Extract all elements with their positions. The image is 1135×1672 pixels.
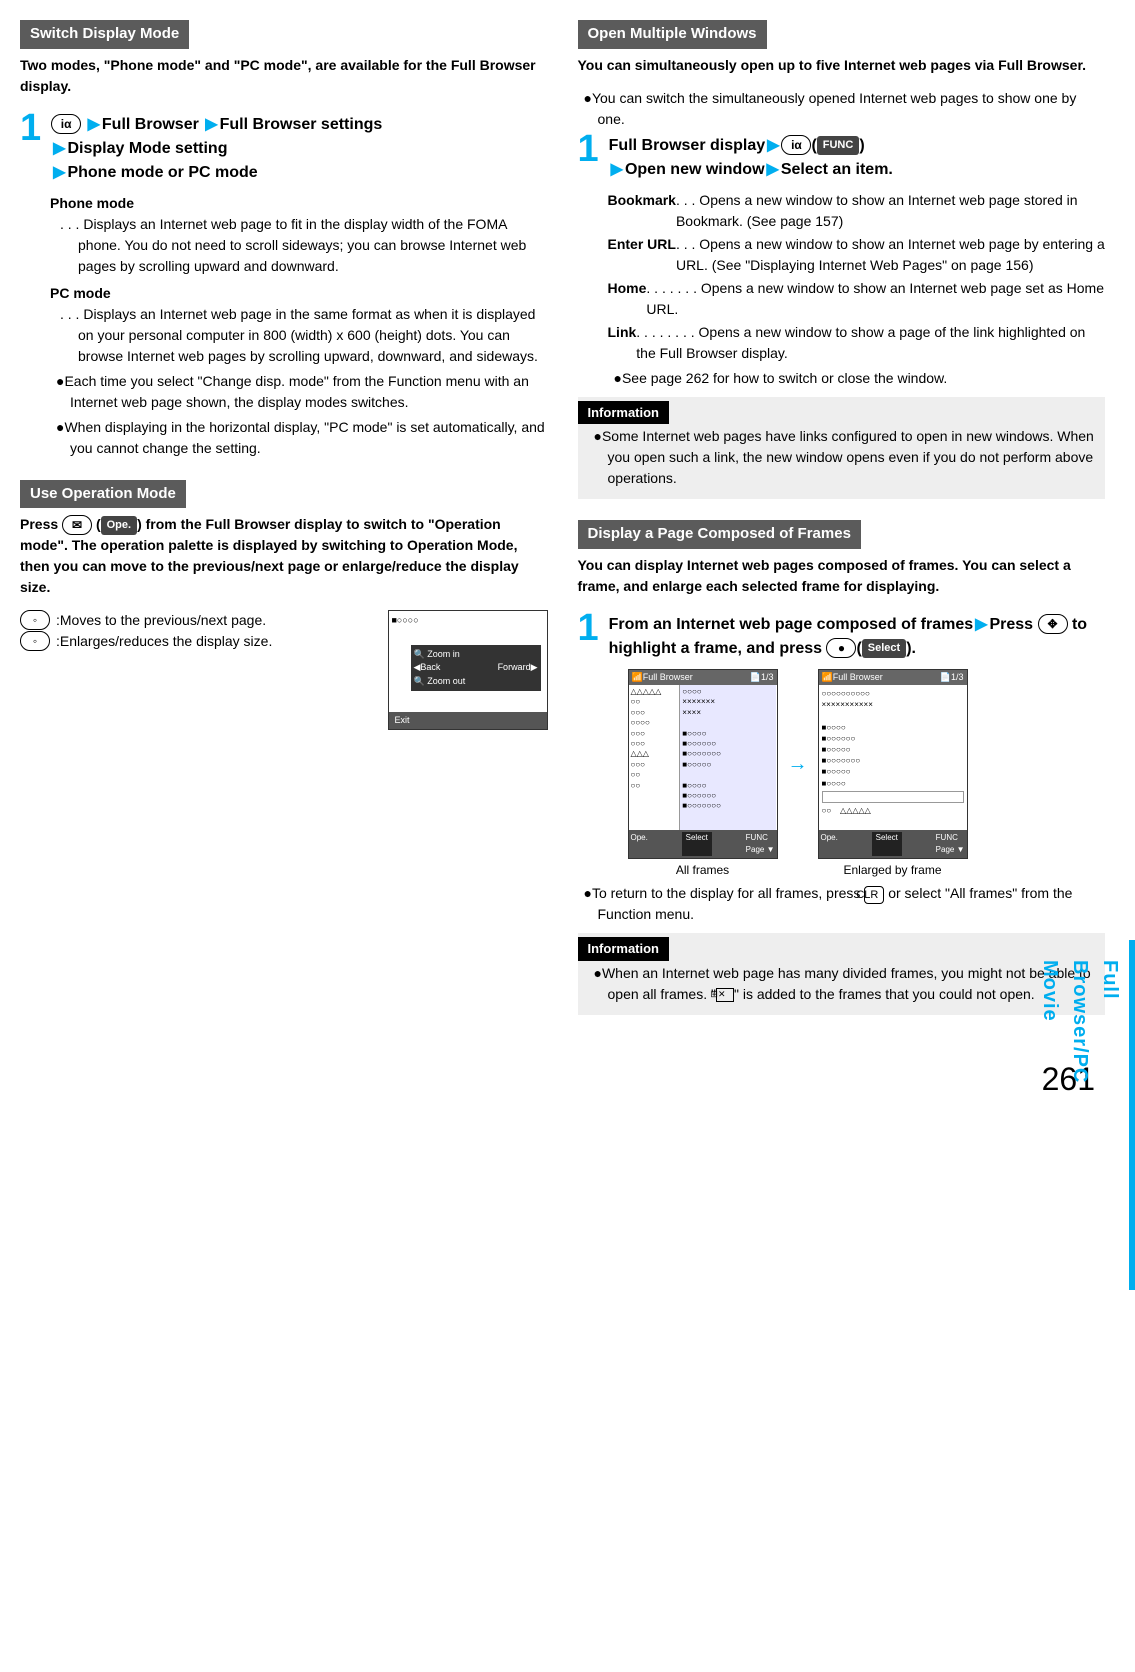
arrow-icon: ▶ [53,140,65,157]
arrow-icon: ▶ [767,161,779,178]
ialpha-icon: iα [51,114,81,134]
frames-step: 1 From an Internet web page composed of … [578,609,1106,661]
page-number: 261 [20,1055,1105,1103]
func-label: FUNC [817,136,860,155]
step-text: Full Browser [102,116,199,133]
frames-intro: You can display Internet web pages compo… [578,555,1106,597]
step-text: Select an item. [781,161,893,178]
information-label: Information [578,937,670,961]
caption: Enlarged by frame [818,861,968,879]
dpad-lr-icon: ◦ [20,610,50,630]
info-text: ●When an Internet web page has many divi… [594,963,1096,1005]
arrow-icon: → [788,749,808,779]
arrow-icon: ▶ [975,616,987,633]
arrow-icon: ▶ [767,137,779,154]
operation-desc: :Enlarges/reduces the display size. [56,631,272,652]
operation-row: ◦ :Moves to the previous/next page. [20,610,380,631]
information-box: Information ●Some Internet web pages hav… [578,397,1106,500]
ialpha-icon: iα [781,135,811,155]
open-new-window-step: 1 Full Browser display▶iα(FUNC) ▶Open ne… [578,130,1106,182]
information-box: Information ●When an Internet web page h… [578,933,1106,1015]
arrow-icon: ▶ [611,161,623,178]
dpad-ud-icon: ◦ [20,631,50,651]
frame-example-images: 📶Full Browser📄1/3 △△△△△○○○○○○○○○○○○○○○△△… [628,669,1106,859]
mail-icon: ✉ [62,515,92,535]
info-text: ●Some Internet web pages have links conf… [594,426,1096,489]
def-row: Home . . . . . . . Opens a new window to… [608,278,1106,320]
open-multiple-header: Open Multiple Windows [578,20,767,49]
clr-key: CLR [864,886,884,905]
phone-mode-label: Phone mode [50,193,548,214]
select-label: Select [862,639,906,658]
side-section-label: Full Browser/PC Movie [1035,960,1125,1123]
operation-row: ◦ :Enlarges/reduces the display size. [20,631,380,652]
step-number: 1 [578,609,599,647]
bullet-text: ●To return to the display for all frames… [584,883,1106,926]
enlarged-frame-screenshot: 📶Full Browser📄1/3 ○○○○○○○○○○×××××××××××■… [818,669,968,859]
bullet-text: ●When displaying in the horizontal displ… [56,417,548,459]
center-key-icon: ● [826,638,856,658]
step-number: 1 [578,130,599,168]
operation-desc: :Moves to the previous/next page. [56,610,266,631]
step-text: From an Internet web page composed of fr… [609,616,974,633]
operation-palette-screenshot: ■○○○○ 🔍 Zoom in ◀BackForward▶ 🔍 Zoom out… [388,610,548,730]
def-row: Link . . . . . . . . Opens a new window … [608,322,1106,364]
use-operation-intro: Press ✉ (Ope.) from the Full Browser dis… [20,514,548,598]
frames-header: Display a Page Composed of Frames [578,520,861,549]
switch-display-header: Switch Display Mode [20,20,189,49]
frame-blocked-icon: ⊞✕ [716,988,734,1002]
bullet-text: ●You can switch the simultaneously opene… [584,88,1106,130]
step-text: Open new window [625,161,765,178]
use-operation-header: Use Operation Mode [20,480,186,509]
step-text: Phone mode or PC mode [67,164,257,181]
dpad-icon: ✥ [1038,614,1068,634]
pc-mode-desc: . . . Displays an Internet web page in t… [60,304,548,367]
step-number: 1 [20,109,41,147]
all-frames-screenshot: 📶Full Browser📄1/3 △△△△△○○○○○○○○○○○○○○○△△… [628,669,778,859]
ope-label: Ope. [101,516,137,535]
step-text: Display Mode setting [67,140,227,157]
arrow-icon: ▶ [53,164,65,181]
caption-row: All frames Enlarged by frame [628,861,1106,879]
information-label: Information [578,401,670,425]
switch-display-intro: Two modes, "Phone mode" and "PC mode", a… [20,55,548,97]
bullet-text: ●See page 262 for how to switch or close… [614,368,1106,389]
arrow-icon: ▶ [205,116,217,133]
phone-mode-desc: . . . Displays an Internet web page to f… [60,214,548,277]
step-text: Full Browser display [609,137,765,154]
arrow-icon: ▶ [88,116,100,133]
open-multiple-intro: You can simultaneously open up to five I… [578,55,1106,76]
caption: All frames [628,861,778,879]
step-text: Full Browser settings [220,116,383,133]
def-row: Enter URL . . . Opens a new window to sh… [608,234,1106,276]
pc-mode-label: PC mode [50,283,548,304]
def-row: Bookmark . . . Opens a new window to sho… [608,190,1106,232]
side-color-bar [1129,940,1135,1290]
bullet-text: ●Each time you select "Change disp. mode… [56,371,548,413]
switch-display-step: 1 iα ▶Full Browser ▶Full Browser setting… [20,109,548,185]
